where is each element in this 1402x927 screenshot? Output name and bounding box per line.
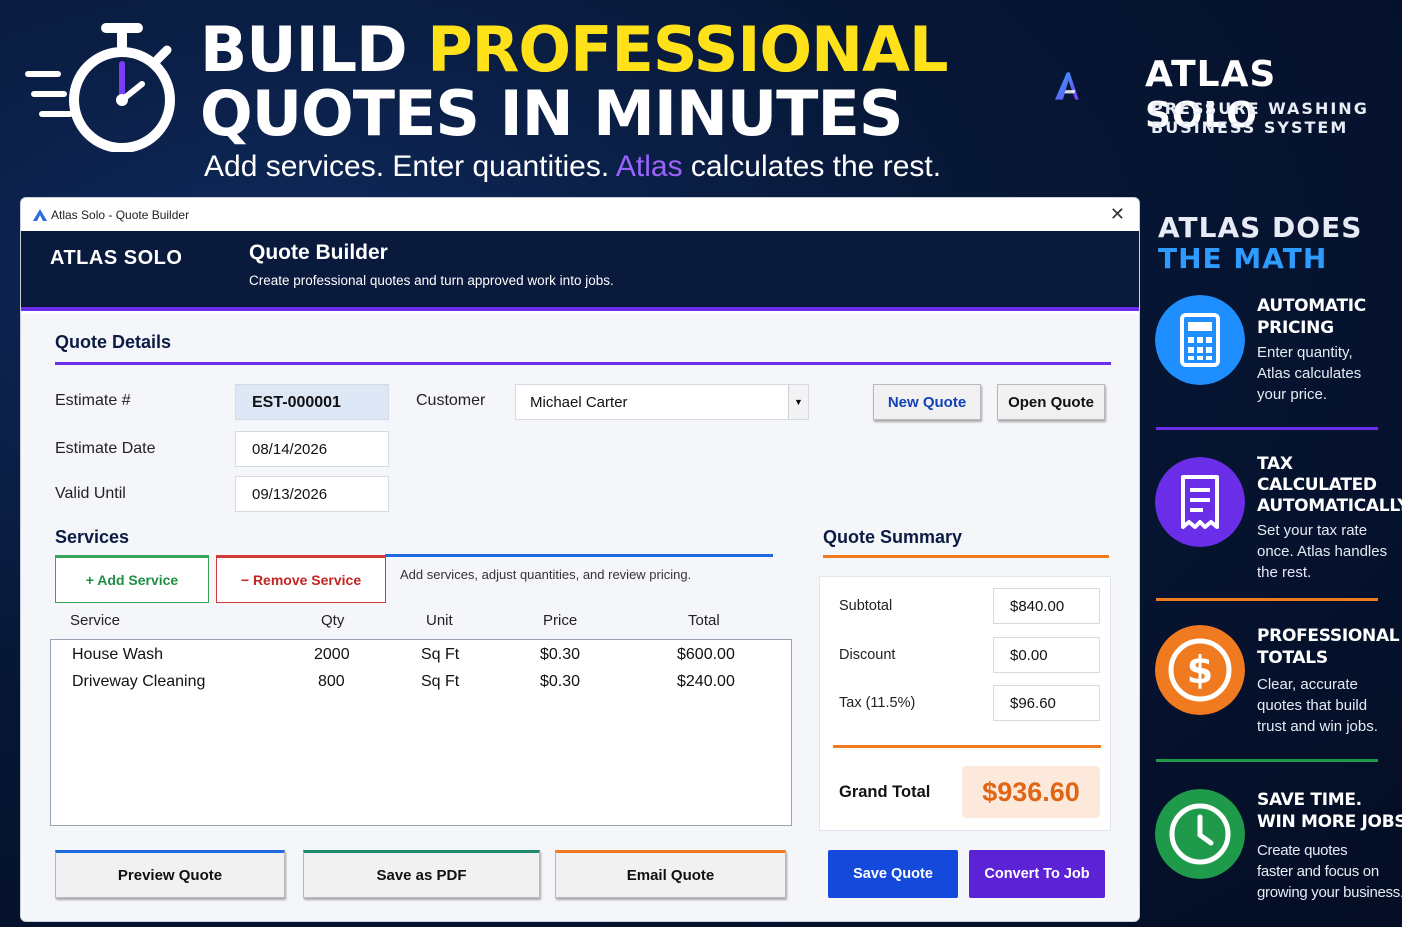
quote-details-title: Quote Details <box>55 332 172 352</box>
estimate-date-field[interactable]: 08/14/2026 <box>235 431 389 467</box>
hero-title: BUILD PROFESSIONAL QUOTES IN MINUTES <box>200 13 949 150</box>
services-title: Services <box>55 527 130 547</box>
subtotal-value: $840.00 <box>993 588 1100 624</box>
divider <box>833 745 1101 748</box>
atlas-logo <box>1055 72 1079 100</box>
stopwatch-icon <box>25 23 175 152</box>
service-unit: Sq Ft <box>421 646 460 663</box>
feature-title: TAX CALCULATED AUTOMATICALLY <box>1257 454 1402 516</box>
feature-desc: Set your tax rate once. Atlas handles th… <box>1257 522 1388 581</box>
tax-label: Tax (11.5%) <box>839 695 916 711</box>
remove-service-button[interactable]: − Remove Service <box>216 555 386 603</box>
divider <box>385 554 773 557</box>
add-service-button[interactable]: + Add Service <box>55 555 209 603</box>
page-description: Create professional quotes and turn appr… <box>249 273 614 288</box>
discount-field[interactable]: $0.00 <box>993 637 1100 673</box>
window-title: Atlas Solo - Quote Builder <box>51 207 190 222</box>
service-unit: Sq Ft <box>421 673 460 690</box>
close-icon[interactable]: ✕ <box>1110 204 1125 225</box>
app-name: ATLAS SOLO <box>50 247 183 269</box>
clock-icon <box>1155 789 1245 879</box>
chevron-down-icon[interactable]: ▼ <box>788 385 808 419</box>
receipt-icon <box>1155 457 1245 547</box>
dollar-icon: $ <box>1155 625 1245 715</box>
grand-total-label: Grand Total <box>839 783 931 801</box>
divider <box>1156 427 1378 430</box>
valid-until-field[interactable]: 09/13/2026 <box>235 476 389 512</box>
main-content: Quote Details Estimate # EST-000001 Cust… <box>21 314 1139 921</box>
column-price: Price <box>543 612 578 629</box>
divider <box>1156 759 1378 762</box>
discount-label: Discount <box>839 647 896 663</box>
quote-builder-window: Atlas Solo - Quote Builder ✕ ATLAS SOLO … <box>20 197 1140 922</box>
divider <box>55 362 1111 365</box>
feature-desc: Clear, accurate quotes that build trust … <box>1257 676 1378 735</box>
divider <box>823 555 1109 558</box>
panel-heading: ATLAS DOES THE MATH <box>1158 211 1363 275</box>
grand-total-value: $936.60 <box>962 766 1100 818</box>
service-total: $600.00 <box>677 646 735 663</box>
hero-subtitle: Add services. Enter quantities. Atlas ca… <box>204 150 942 183</box>
service-name: Driveway Cleaning <box>72 673 206 690</box>
column-total: Total <box>688 612 720 629</box>
feature-desc: Create quotes faster and focus on growin… <box>1257 842 1402 901</box>
services-table[interactable]: House Wash 2000 Sq Ft $0.30 $600.00 Driv… <box>50 639 792 826</box>
preview-quote-button[interactable]: Preview Quote <box>55 850 285 898</box>
service-qty: 800 <box>318 673 345 690</box>
column-unit: Unit <box>426 612 453 629</box>
svg-text:$: $ <box>1187 648 1213 692</box>
service-qty: 2000 <box>314 646 350 663</box>
service-price: $0.30 <box>540 646 581 663</box>
new-quote-button[interactable]: New Quote <box>873 384 981 420</box>
customer-select[interactable]: Michael Carter ▼ <box>515 384 809 420</box>
customer-label: Customer <box>416 392 486 409</box>
table-row[interactable]: House Wash 2000 Sq Ft $0.30 $600.00 <box>51 644 791 670</box>
estimate-label: Estimate # <box>55 392 131 409</box>
feature-title: PROFESSIONAL TOTALS <box>1257 626 1400 668</box>
valid-until-label: Valid Until <box>55 485 126 502</box>
calculator-icon <box>1155 295 1245 385</box>
column-service: Service <box>70 612 121 629</box>
estimate-date-label: Estimate Date <box>55 440 156 457</box>
feature-title: SAVE TIME. WIN MORE JOBS. <box>1257 790 1402 832</box>
divider <box>1156 598 1378 601</box>
tax-value: $96.60 <box>993 685 1100 721</box>
table-row[interactable]: Driveway Cleaning 800 Sq Ft $0.30 $240.0… <box>51 671 791 697</box>
save-pdf-button[interactable]: Save as PDF <box>303 850 540 898</box>
app-icon <box>33 208 47 221</box>
app-header: ATLAS SOLO Quote Builder Create professi… <box>21 231 1139 311</box>
open-quote-button[interactable]: Open Quote <box>997 384 1105 420</box>
service-price: $0.30 <box>540 673 581 690</box>
column-qty: Qty <box>321 612 345 629</box>
page-title: Quote Builder <box>249 241 388 264</box>
service-name: House Wash <box>72 646 163 663</box>
feature-desc: Enter quantity, Atlas calculates your pr… <box>1257 344 1362 403</box>
quote-summary-title: Quote Summary <box>823 527 963 547</box>
summary-panel: Subtotal $840.00 Discount $0.00 Tax (11.… <box>819 576 1111 831</box>
window-titlebar: Atlas Solo - Quote Builder ✕ <box>21 198 1139 231</box>
feature-title: AUTOMATIC PRICING <box>1257 296 1366 338</box>
email-quote-button[interactable]: Email Quote <box>555 850 786 898</box>
brand-tagline: PRESSURE WASHING BUSINESS SYSTEM <box>1151 99 1369 137</box>
services-hint: Add services, adjust quantities, and rev… <box>400 567 692 582</box>
convert-to-job-button[interactable]: Convert To Job <box>969 850 1105 898</box>
subtotal-label: Subtotal <box>839 598 893 614</box>
customer-value: Michael Carter <box>530 394 628 411</box>
estimate-number-field[interactable]: EST-000001 <box>235 384 389 420</box>
save-quote-button[interactable]: Save Quote <box>828 850 958 898</box>
service-total: $240.00 <box>677 673 735 690</box>
